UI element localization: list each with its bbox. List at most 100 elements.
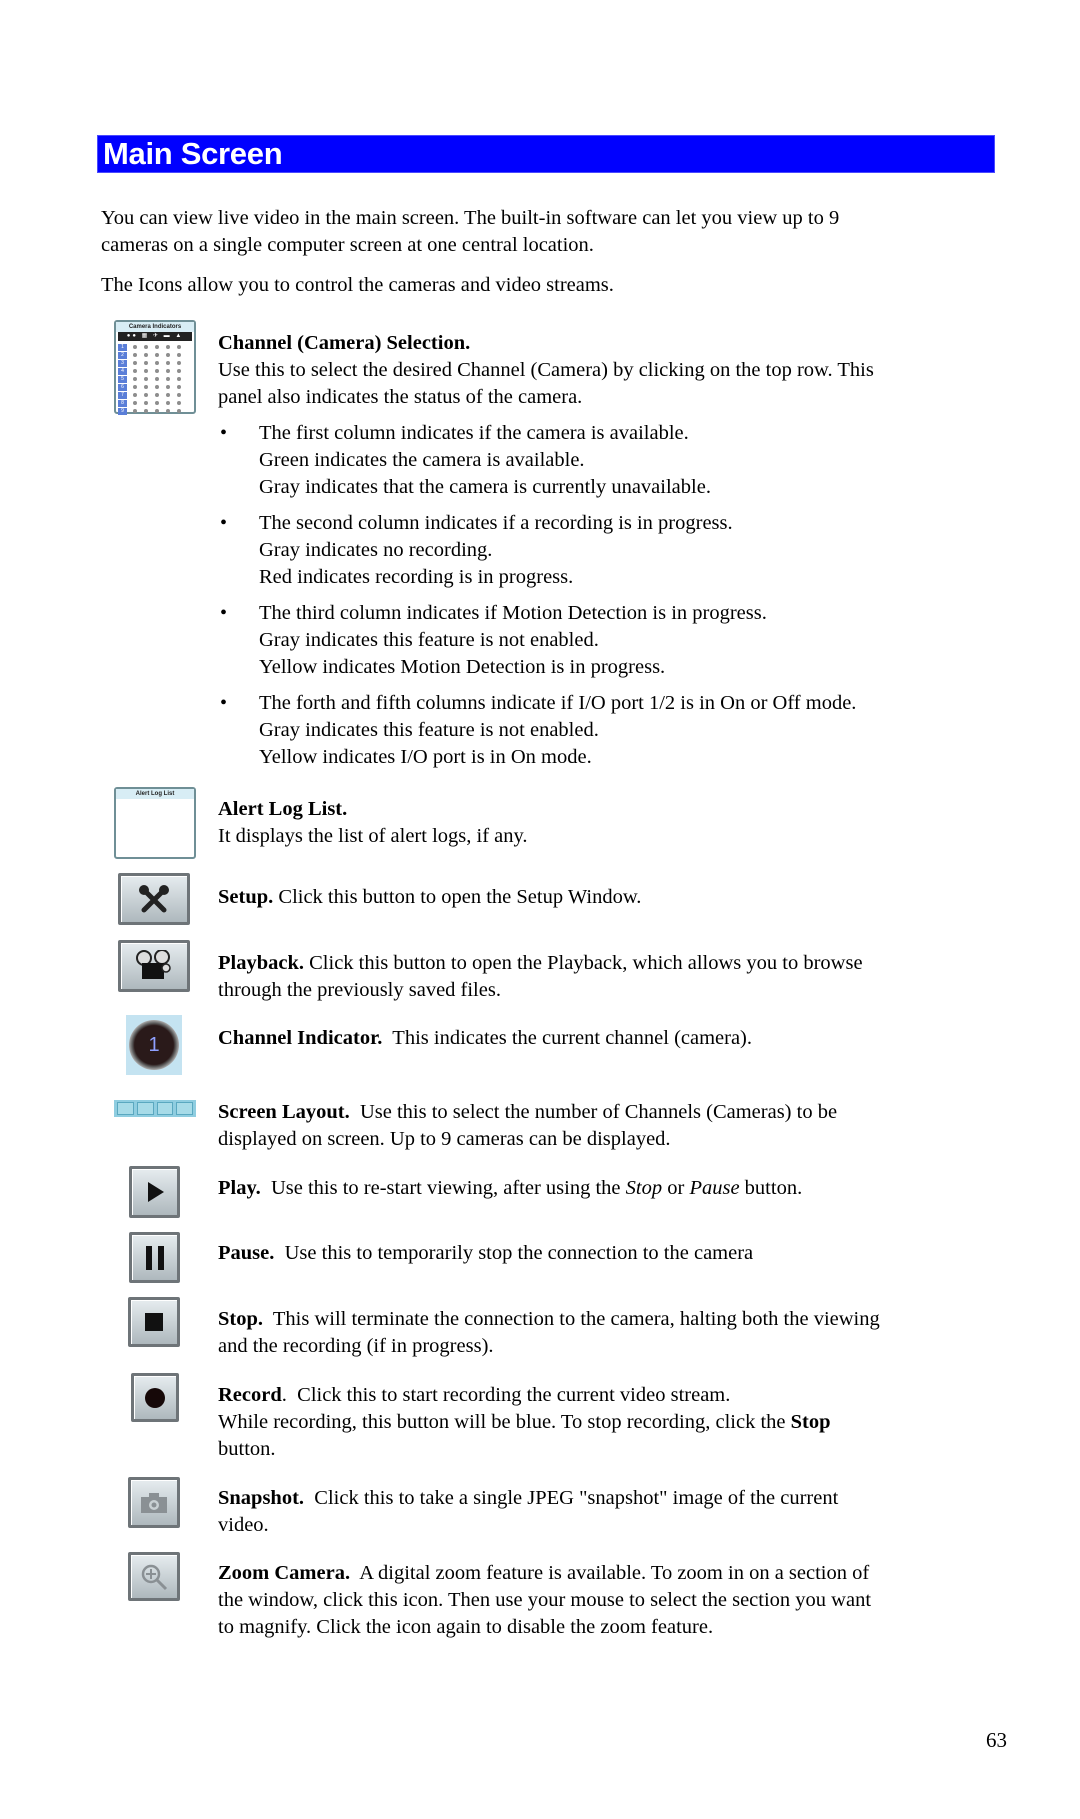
indicator-column-header[interactable]: ●● ▦ ✈ ▬ ▲ [118,332,192,341]
camera-indicator-row[interactable]: 7 [118,391,192,399]
zoom-in-icon [141,1564,168,1590]
bullet-text: The first column indicates if the camera… [259,422,689,444]
status-dot-icon [177,377,181,381]
film-reel-icon [136,950,171,979]
alert-log-list-panel[interactable]: Alert Log List [114,787,196,859]
camera-indicator-row[interactable]: 1 [118,343,192,351]
status-dot-icon [144,393,148,397]
status-dot-icon [166,345,170,349]
tools-icon [139,885,169,913]
status-dot-icon [133,377,137,381]
section-text: While recording, this button will be blu… [218,1411,831,1433]
bullet-text: Gray indicates this feature is not enabl… [259,629,599,651]
status-dot-icon [177,353,181,357]
stop-button[interactable] [128,1297,180,1347]
screen-layout-description: Screen Layout. Use this to select the nu… [218,1101,838,1123]
bullet-text: Yellow indicates Motion Detection is in … [259,656,666,678]
camera-indicator-row[interactable]: 5 [118,375,192,383]
section-text: button. [218,1438,276,1460]
record-button[interactable] [131,1373,179,1422]
camera-indicators-panel[interactable]: Camera Indicators ●● ▦ ✈ ▬ ▲ 123456789 [114,320,196,415]
channel-number[interactable]: 3 [118,359,127,367]
status-dot-icon [166,401,170,405]
status-dot-icon [155,369,159,373]
intro-line-1: You can view live video in the main scre… [101,207,840,229]
pause-icon [145,1245,164,1270]
page-title: Main Screen [103,136,283,171]
playback-button[interactable] [118,940,190,992]
camera-indicators-title: Camera Indicators [116,322,194,332]
zoom-camera-button[interactable] [128,1552,180,1601]
channel-number[interactable]: 6 [118,383,127,391]
status-dot-icon [177,409,181,413]
channel-number-icon: 1 [129,1020,179,1070]
channel-number[interactable]: 8 [118,399,127,407]
status-dot-icon [177,345,181,349]
status-dot-icon [133,385,137,389]
snapshot-button[interactable] [128,1477,180,1528]
status-dot-icon [155,361,159,365]
intro-line-3: The Icons allow you to control the camer… [101,274,614,296]
zoom-camera-description: Zoom Camera. A digital zoom feature is a… [218,1562,870,1584]
play-button[interactable] [129,1166,180,1218]
channel-number[interactable]: 5 [118,375,127,383]
camera-indicator-row[interactable]: 4 [118,367,192,375]
layout-6-grid-icon[interactable] [136,1102,154,1115]
play-icon [147,1182,164,1202]
bullet-text: Gray indicates no recording. [259,539,493,561]
bullet: • [220,692,228,714]
status-dot-icon [144,377,148,381]
camera-indicator-row[interactable]: 9 [118,407,192,415]
status-dot-icon [155,401,159,405]
stop-description: Stop. This will terminate the connection… [218,1308,880,1330]
status-dot-icon [166,393,170,397]
channel-number[interactable]: 1 [118,343,127,351]
section-text: Use this to select the desired Channel (… [218,359,874,381]
layout-4-grid-icon[interactable] [156,1102,174,1115]
status-dot-icon [133,361,137,365]
bullet-text: Red indicates recording is in progress. [259,566,574,588]
status-dot-icon [133,409,137,413]
section-text: panel also indicates the status of the c… [218,386,583,408]
setup-button[interactable] [118,873,190,925]
layout-1-grid-icon[interactable] [176,1102,193,1115]
section-text: the window, click this icon. Then use yo… [218,1589,872,1611]
status-dot-icon [144,401,148,405]
channel-number[interactable]: 4 [118,367,127,375]
camera-indicator-row[interactable]: 6 [118,383,192,391]
bullet-text: Green indicates the camera is available. [259,449,585,471]
status-dot-icon [166,385,170,389]
record-description: Record. Click this to start recording th… [218,1384,731,1406]
status-dot-icon [166,409,170,413]
section-text: and the recording (if in progress). [218,1335,494,1357]
status-dot-icon [166,377,170,381]
bullet-text: Yellow indicates I/O port is in On mode. [259,746,592,768]
camera-indicator-row[interactable]: 8 [118,399,192,407]
status-dot-icon [155,385,159,389]
section-header: Main Screen [97,135,995,173]
channel-number[interactable]: 2 [118,351,127,359]
channel-number[interactable]: 7 [118,391,127,399]
status-dot-icon [155,377,159,381]
screen-layout-selector[interactable] [114,1100,196,1117]
status-dot-icon [177,401,181,405]
channel-indicator-description: Channel Indicator. This indicates the cu… [218,1027,753,1049]
play-description: Play. Use this to re-start viewing, afte… [218,1177,803,1199]
status-dot-icon [166,361,170,365]
status-dot-icon [144,353,148,357]
channel-number[interactable]: 9 [118,407,127,415]
section-text: It displays the list of alert logs, if a… [218,825,528,847]
stop-icon [145,1313,163,1331]
section-text: through the previously saved files. [218,979,501,1001]
camera-indicator-rows: 123456789 [118,343,192,415]
camera-indicator-row[interactable]: 2 [118,351,192,359]
status-dot-icon [177,393,181,397]
bullet: • [220,512,228,534]
status-dot-icon [133,345,137,349]
playback-description: Playback. Click this button to open the … [218,952,863,974]
status-dot-icon [177,369,181,373]
layout-9-grid-icon[interactable] [117,1102,134,1115]
pause-button[interactable] [129,1232,180,1283]
status-dot-icon [144,345,148,349]
camera-indicator-row[interactable]: 3 [118,359,192,367]
